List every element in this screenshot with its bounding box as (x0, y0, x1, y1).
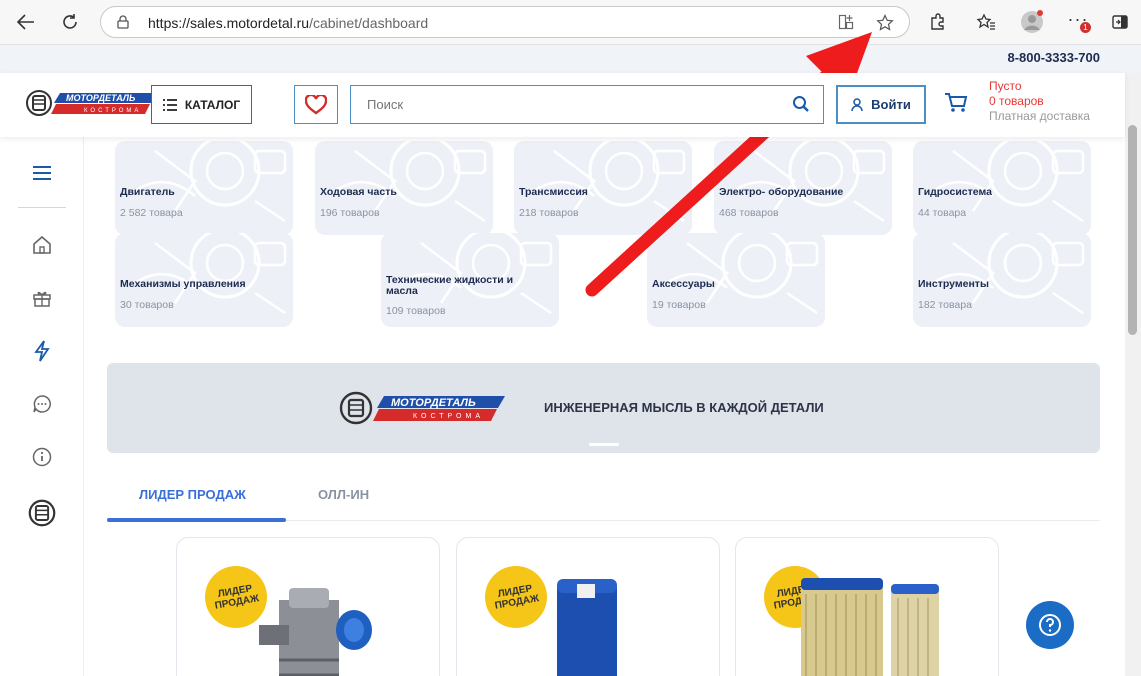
catalog-label: КАТАЛОГ (184, 97, 241, 112)
tab-all-in[interactable]: ОЛЛ-ИН (318, 487, 369, 502)
cart-status: Пусто (989, 79, 1022, 93)
category-card[interactable]: Гидросистема 44 товара (913, 141, 1091, 235)
product-image-air-filters (801, 578, 939, 676)
phone-number[interactable]: 8-800-3333-700 (1007, 50, 1100, 65)
active-tab-indicator (107, 518, 286, 522)
reload-icon[interactable] (56, 8, 84, 36)
category-card[interactable]: Аксессуары 19 товаров (647, 233, 825, 327)
cart-count: 0 товаров (989, 94, 1044, 108)
top-info-bar: 8-800-3333-700 (0, 45, 1141, 73)
banner-tagline: ИНЖЕНЕРНАЯ МЫСЛЬ В КАЖДОЙ ДЕТАЛИ (544, 400, 824, 415)
product-image-pump (259, 588, 372, 676)
category-name: Аксессуары (652, 278, 715, 290)
back-icon[interactable] (12, 8, 40, 36)
site-logo[interactable]: МОТОРДЕТАЛЬ КОСТРОМА (26, 89, 161, 122)
left-sidebar (0, 137, 84, 676)
category-card[interactable]: Двигатель 2 582 товара (115, 141, 293, 235)
category-card[interactable]: Электро- оборудование 468 товаров (714, 141, 892, 235)
banner-logo: МОТОРДЕТАЛЬ КОСТРОМА (339, 391, 505, 425)
category-count: 44 товара (918, 207, 967, 219)
catalog-button[interactable]: КАТАЛОГ (151, 85, 252, 124)
category-count: 109 товаров (386, 305, 446, 317)
promo-banner[interactable]: МОТОРДЕТАЛЬ КОСТРОМА ИНЖЕНЕРНАЯ МЫСЛЬ В … (107, 363, 1100, 453)
favorite-star-icon[interactable] (876, 14, 894, 37)
sidebar-toggle-icon[interactable] (1106, 8, 1134, 36)
category-card[interactable]: Технические жидкости и масла 109 товаров (381, 233, 559, 327)
home-icon[interactable] (28, 231, 56, 259)
category-count: 468 товаров (719, 207, 779, 219)
sidebar-divider (18, 207, 66, 208)
app-available-icon[interactable] (838, 14, 854, 35)
category-count: 30 товаров (120, 299, 174, 311)
category-card[interactable]: Механизмы управления 30 товаров (115, 233, 293, 327)
product-image-oil-filter (557, 579, 617, 676)
lightning-icon[interactable] (28, 337, 56, 365)
brand-emblem-icon[interactable] (28, 499, 56, 527)
gift-icon[interactable] (28, 284, 56, 312)
carousel-indicator[interactable] (589, 443, 619, 446)
svg-text:КОСТРОМА: КОСТРОМА (84, 108, 141, 114)
browser-toolbar: https://sales.motordetal.ru/cabinet/dash… (0, 0, 1141, 44)
svg-text:МОТОРДЕТАЛЬ: МОТОРДЕТАЛЬ (391, 397, 476, 409)
category-count: 218 товаров (519, 207, 579, 219)
info-icon[interactable] (28, 443, 56, 471)
menu-list-icon (162, 98, 177, 111)
profile-avatar[interactable] (1018, 8, 1046, 36)
category-name: Гидросистема (918, 186, 992, 198)
cart-delivery: Платная доставка (989, 109, 1090, 123)
site-header: МОТОРДЕТАЛЬ КОСТРОМА КАТАЛОГ Войти Пусто… (0, 73, 1125, 137)
search-input[interactable] (350, 85, 824, 124)
product-card[interactable]: ЛИДЕР ПРОДАЖ (735, 537, 999, 676)
settings-more-icon[interactable]: ··· 1 (1064, 8, 1092, 36)
category-name: Трансмиссия (519, 186, 588, 198)
category-count: 182 товара (918, 299, 972, 311)
user-icon (851, 97, 863, 111)
help-button[interactable] (1026, 601, 1074, 649)
favorites-button[interactable] (294, 85, 338, 124)
category-name: Технические жидкости и масла (386, 274, 514, 297)
tab-bestsellers[interactable]: ЛИДЕР ПРОДАЖ (139, 487, 246, 502)
hamburger-menu-icon[interactable] (28, 159, 56, 187)
category-name: Ходовая часть (320, 186, 397, 198)
address-bar[interactable]: https://sales.motordetal.ru/cabinet/dash… (100, 6, 910, 38)
svg-text:КОСТРОМА: КОСТРОМА (413, 413, 484, 420)
question-icon (1039, 614, 1061, 636)
product-card[interactable]: ЛИДЕР ПРОДАЖ (176, 537, 440, 676)
favorites-icon[interactable] (972, 8, 1000, 36)
category-card[interactable]: Трансмиссия 218 товаров (514, 141, 692, 235)
product-card[interactable]: ЛИДЕР ПРОДАЖ (456, 537, 720, 676)
category-name: Двигатель (120, 186, 175, 198)
page-scrollbar[interactable] (1125, 73, 1141, 676)
category-count: 2 582 товара (120, 207, 183, 219)
scrollbar-thumb[interactable] (1128, 125, 1137, 335)
login-button[interactable]: Войти (836, 85, 926, 124)
category-count: 196 товаров (320, 207, 380, 219)
heart-icon (305, 94, 327, 114)
web-page: 8-800-3333-700 МОТОРДЕТАЛЬ КОСТРОМА КАТА… (0, 44, 1141, 676)
url-text: https://sales.motordetal.ru/cabinet/dash… (148, 15, 429, 31)
category-count: 19 товаров (652, 299, 706, 311)
category-name: Электро- оборудование (719, 186, 844, 198)
search-icon[interactable] (792, 95, 810, 118)
category-name: Механизмы управления (120, 278, 246, 290)
lock-icon (117, 15, 129, 34)
login-label: Войти (871, 97, 911, 112)
svg-text:МОТОРДЕТАЛЬ: МОТОРДЕТАЛЬ (66, 93, 136, 103)
bestseller-badge: ЛИДЕР ПРОДАЖ (480, 561, 552, 633)
cart-icon[interactable] (944, 92, 968, 119)
cart-summary[interactable]: Пусто 0 товаров Платная доставка (989, 79, 1090, 124)
notification-badge: 1 (1080, 22, 1091, 33)
category-card[interactable]: Ходовая часть 196 товаров (315, 141, 493, 235)
category-name: Инструменты (918, 278, 989, 290)
extensions-icon[interactable] (924, 8, 952, 36)
chat-icon[interactable] (28, 390, 56, 418)
category-card[interactable]: Инструменты 182 товара (913, 233, 1091, 327)
